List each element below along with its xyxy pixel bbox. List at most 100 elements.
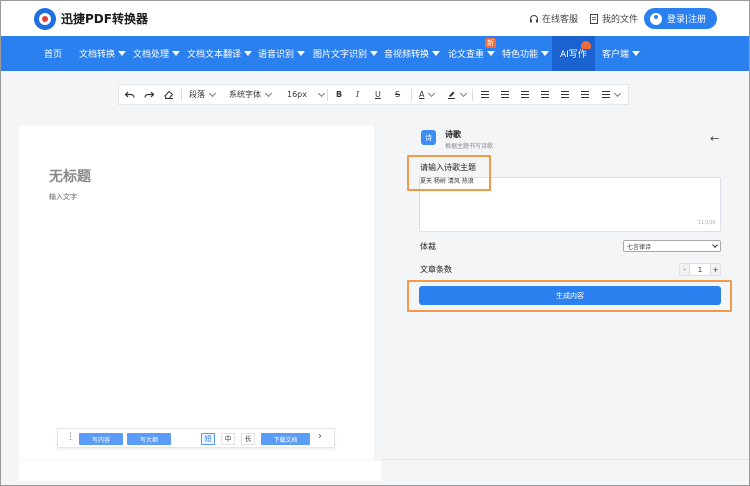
more-vertical-icon[interactable]: ⋮ <box>66 432 75 442</box>
nav-item-doc-convert[interactable]: 文档转换 <box>79 36 127 71</box>
write-outline-button[interactable]: 写大纲 <box>127 433 171 445</box>
topic-highlight-box <box>407 155 491 191</box>
panel-title: 诗歌 <box>445 130 461 139</box>
login-label: 登录|注册 <box>667 15 707 25</box>
nav-label: 首页 <box>44 50 63 60</box>
underline-button[interactable]: U <box>375 85 381 104</box>
genre-label: 体裁 <box>420 242 436 251</box>
caret-down-icon <box>632 51 641 56</box>
caret-down-icon <box>370 51 379 56</box>
nav-item-speech[interactable]: 语音识别 <box>258 36 306 71</box>
chevron-down-icon <box>317 89 326 97</box>
chevron-down-icon <box>712 242 718 248</box>
notification-dot-icon <box>581 41 591 49</box>
document-title[interactable]: 无标题 <box>49 166 91 186</box>
document-editor[interactable]: 无标题 输入文字 <box>19 126 374 460</box>
toolbar-divider <box>181 89 182 101</box>
paragraph-select[interactable]: 段落 <box>189 85 217 104</box>
strikethrough-button[interactable]: S <box>395 85 400 104</box>
length-medium-option[interactable]: 中 <box>221 433 235 445</box>
panel-divider <box>381 459 749 460</box>
line-spacing-icon <box>602 91 610 98</box>
decrement-button[interactable]: - <box>679 263 690 276</box>
genre-select[interactable]: 七言律诗 <box>623 240 721 252</box>
undo-icon <box>125 91 135 98</box>
nav-item-ocr[interactable]: 图片文字识别 <box>313 36 379 71</box>
redo-icon <box>144 91 154 98</box>
chevron-down-icon <box>613 89 622 97</box>
nav-item-doc-process[interactable]: 文档处理 <box>133 36 181 71</box>
font-size-select[interactable]: 16px <box>287 85 326 104</box>
outdent-button[interactable] <box>501 85 509 104</box>
align-right-button[interactable] <box>561 85 569 104</box>
customer-service-link[interactable]: 在线客服 <box>529 12 578 25</box>
generate-highlight-box <box>407 280 732 312</box>
clear-format-button[interactable] <box>164 85 174 104</box>
nav-label: 文档转换 <box>79 50 116 60</box>
back-arrow-icon[interactable]: ← <box>710 132 719 145</box>
write-content-button[interactable]: 写内容 <box>79 433 123 445</box>
nav-item-translate[interactable]: 文档文本翻译 <box>187 36 253 71</box>
nav-label: 论文查重 <box>448 50 485 60</box>
main-nav: 首页 文档转换 文档处理 文档文本翻译 语音识别 图片文字识别 音视频转换 论文… <box>1 36 749 71</box>
align-center-icon <box>541 91 549 98</box>
font-size-label: 16px <box>287 90 307 99</box>
align-justify-button[interactable] <box>581 85 589 104</box>
my-files-label: 我的文件 <box>602 15 639 25</box>
paragraph-label: 段落 <box>189 90 205 99</box>
line-spacing-button[interactable] <box>602 85 622 104</box>
redo-button[interactable] <box>144 85 154 104</box>
count-value[interactable]: 1 <box>690 263 710 276</box>
count-label: 文章条数 <box>420 265 452 274</box>
headset-icon <box>530 14 538 22</box>
nav-item-client[interactable]: 客户端 <box>602 36 641 71</box>
indent-button[interactable] <box>481 85 489 104</box>
editor-toolbar: 段落 系统字体 16px B I U S A <box>118 84 629 105</box>
font-color-button[interactable]: A <box>419 85 436 104</box>
nav-label: 文档处理 <box>133 50 170 60</box>
panel-subtitle: 根据主题书写诗歌 <box>445 143 494 150</box>
caret-down-icon <box>297 51 306 56</box>
user-icon <box>650 12 662 25</box>
nav-label: 文档文本翻译 <box>187 50 242 60</box>
caret-down-icon <box>244 51 253 56</box>
indent-icon <box>481 91 489 98</box>
download-doc-button[interactable]: 下载文档 <box>261 433 310 445</box>
font-color-icon: A <box>419 90 425 99</box>
editor-footer <box>19 461 381 481</box>
align-left-button[interactable] <box>521 85 529 104</box>
app-window: 迅捷PDF转换器 在线客服 我的文件 登录|注册 首页 文档转换 文档处理 文档… <box>0 0 750 486</box>
document-placeholder[interactable]: 输入文字 <box>49 192 77 202</box>
bold-button[interactable]: B <box>336 85 342 104</box>
chevron-down-icon <box>459 89 468 97</box>
nav-item-media[interactable]: 音视频转换 <box>384 36 441 71</box>
nav-item-features[interactable]: 特色功能 <box>502 36 550 71</box>
length-long-option[interactable]: 长 <box>241 433 255 445</box>
toolbar-divider <box>327 89 328 101</box>
char-count: 11/100 <box>698 220 716 226</box>
customer-service-label: 在线客服 <box>542 15 579 25</box>
undo-button[interactable] <box>125 85 135 104</box>
chevron-right-icon[interactable]: › <box>318 431 322 442</box>
nav-item-home[interactable]: 首页 <box>44 36 62 71</box>
my-files-link[interactable]: 我的文件 <box>589 12 638 25</box>
length-short-option[interactable]: 短 <box>201 433 215 445</box>
font-select[interactable]: 系统字体 <box>229 85 273 104</box>
align-justify-icon <box>581 91 589 98</box>
chevron-down-icon <box>428 89 436 97</box>
top-header: 迅捷PDF转换器 在线客服 我的文件 登录|注册 <box>1 1 749 36</box>
login-button[interactable]: 登录|注册 <box>644 8 717 29</box>
caret-down-icon <box>541 51 550 56</box>
chevron-down-icon <box>208 89 217 97</box>
nav-label: 音视频转换 <box>384 50 430 60</box>
new-badge: 新 <box>485 38 496 48</box>
italic-button[interactable]: I <box>356 85 359 104</box>
marker-icon <box>448 91 455 99</box>
logo-icon <box>34 8 56 30</box>
increment-button[interactable]: + <box>710 263 721 276</box>
count-stepper[interactable]: - 1 + <box>679 263 721 276</box>
align-center-button[interactable] <box>541 85 549 104</box>
eraser-icon <box>164 90 174 99</box>
toolbar-divider <box>411 89 412 101</box>
highlight-color-button[interactable] <box>447 85 468 104</box>
